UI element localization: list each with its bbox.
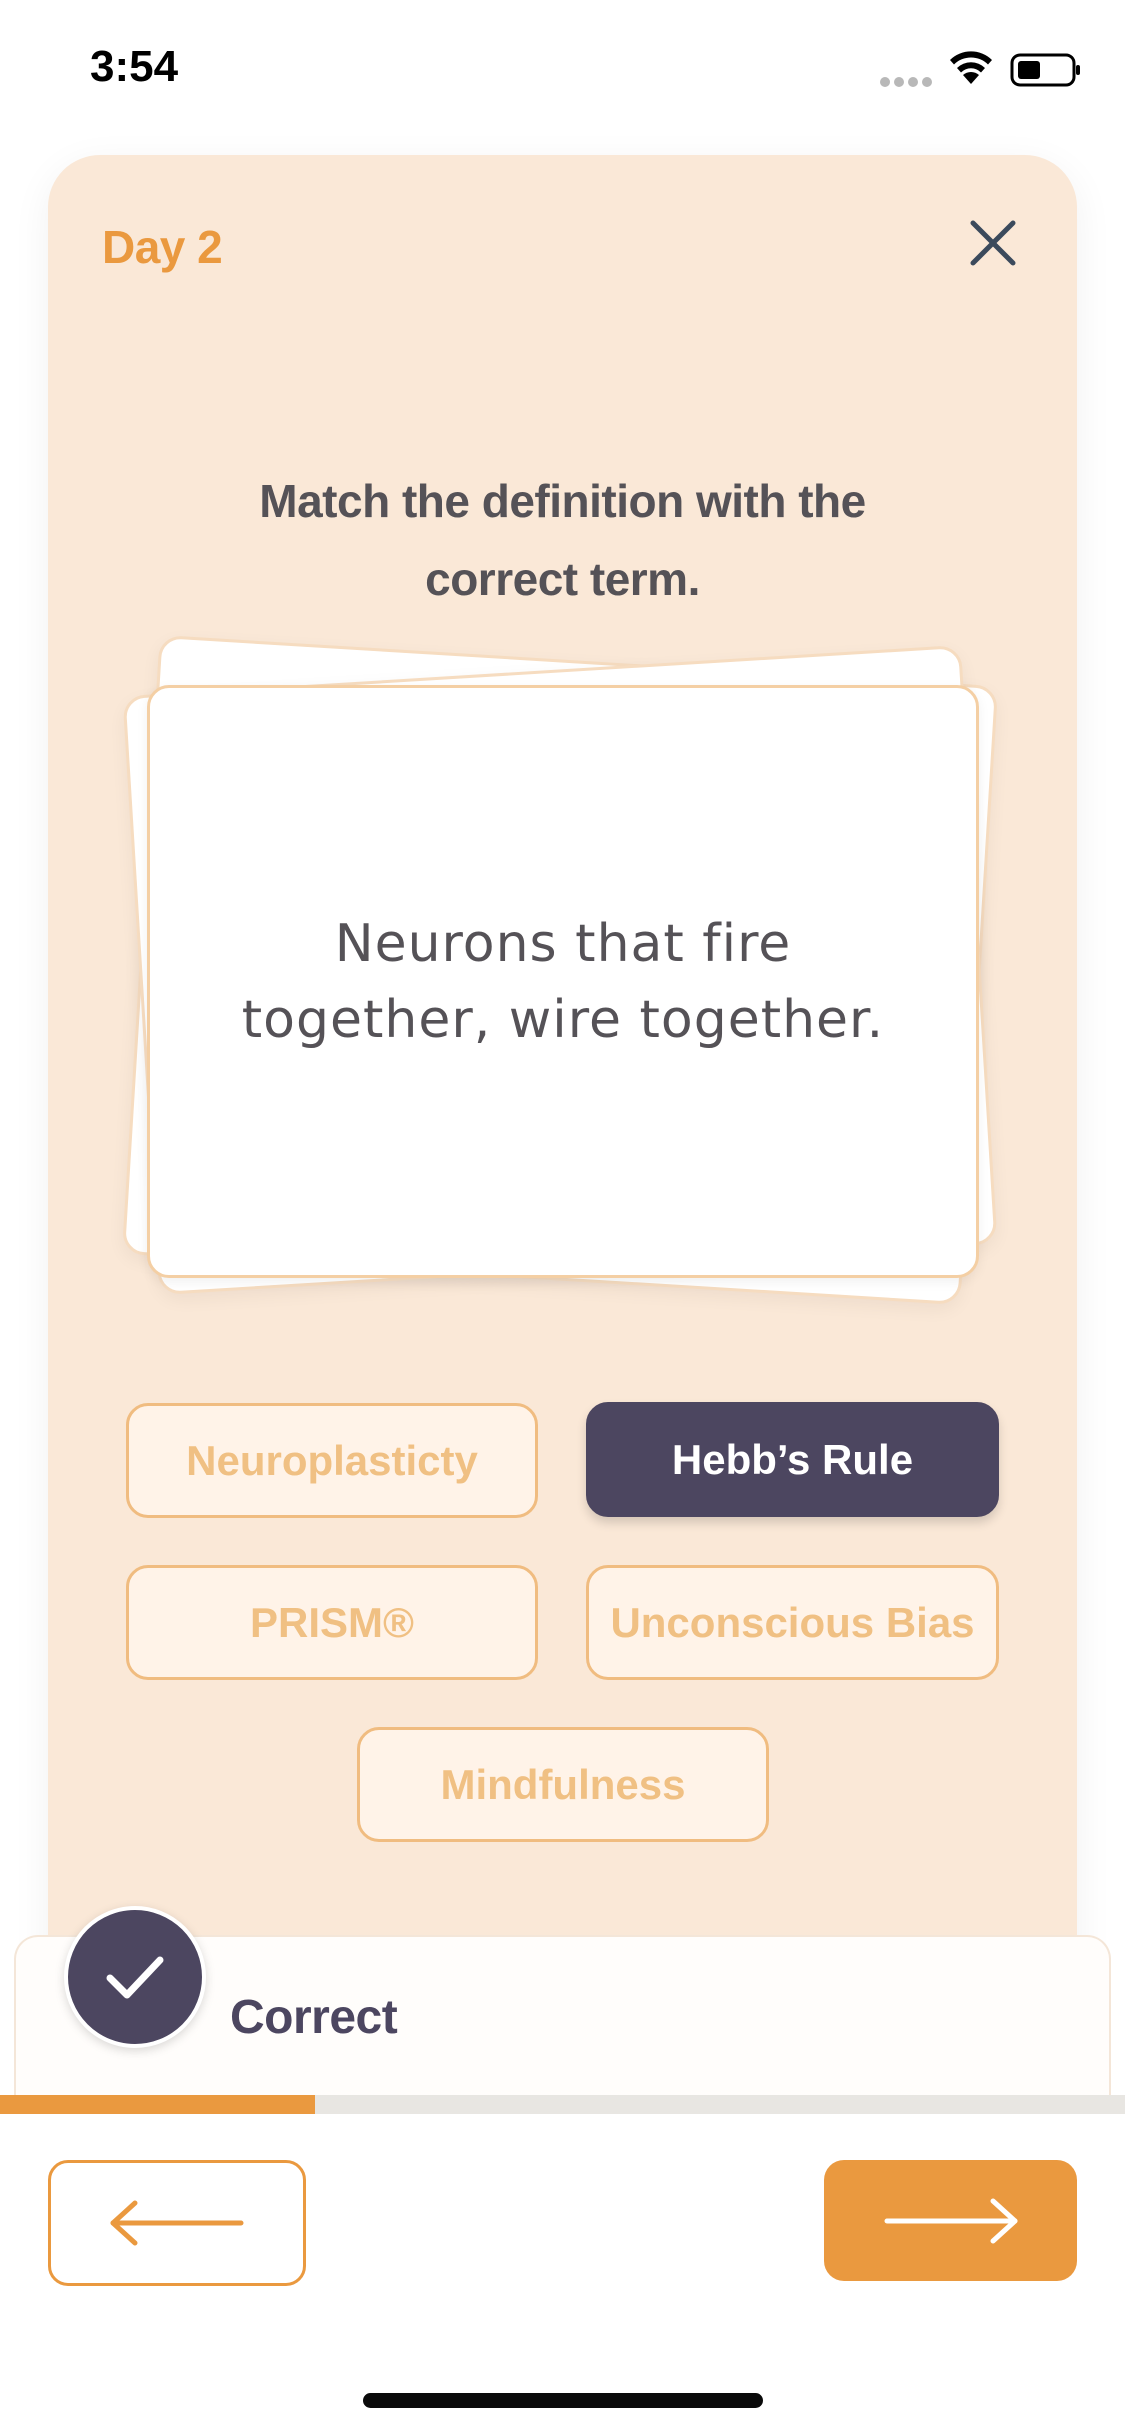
wifi-icon: [950, 51, 992, 84]
option-neuroplasticity[interactable]: Neuroplasticty: [126, 1403, 538, 1518]
option-unconscious-bias[interactable]: Unconscious Bias: [586, 1565, 999, 1680]
definition-text: Neurons that fire together, wire togethe…: [241, 913, 885, 1050]
status-bar: 3:54: [0, 0, 1125, 140]
back-button[interactable]: [48, 2160, 306, 2286]
home-indicator: [363, 2393, 763, 2408]
progress-fill: [0, 2095, 315, 2114]
next-button[interactable]: [824, 2160, 1077, 2281]
progress-bar: [0, 2095, 1125, 2114]
checkmark-glyph: [106, 1956, 164, 1999]
battery-icon: [1010, 53, 1080, 87]
quiz-instruction: Match the definition with the correct te…: [259, 475, 866, 605]
arrow-left-icon: [110, 2200, 244, 2246]
option-prism[interactable]: PRISM®: [126, 1565, 538, 1680]
cellular-signal-icon: [880, 74, 936, 87]
option-hebbs-rule[interactable]: Hebb’s Rule: [586, 1402, 999, 1517]
status-time: 3:54: [90, 42, 179, 91]
option-mindfulness[interactable]: Mindfulness: [357, 1727, 769, 1842]
feedback-status: Correct: [230, 1991, 398, 2044]
close-icon[interactable]: [965, 215, 1021, 271]
definition-card: Neurons that fire together, wire togethe…: [147, 685, 979, 1278]
day-label: Day 2: [102, 221, 223, 273]
checkmark-icon: [64, 1906, 206, 2048]
arrow-right-icon: [884, 2198, 1017, 2243]
